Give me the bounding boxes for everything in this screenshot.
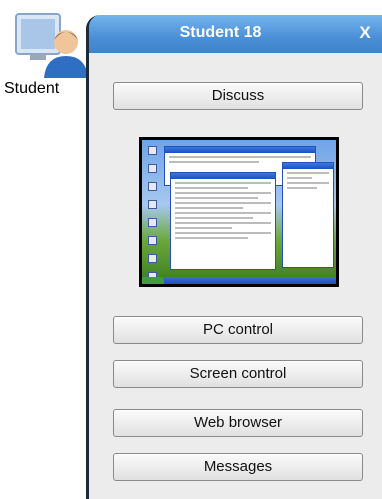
student-tile[interactable]: Student bbox=[0, 0, 100, 499]
thumbnail-window-right bbox=[282, 162, 334, 268]
thumbnail-window-front bbox=[170, 172, 276, 270]
discuss-button[interactable]: Discuss bbox=[113, 82, 363, 110]
panel-header: Student 18 X bbox=[89, 15, 382, 53]
screen-control-button[interactable]: Screen control bbox=[113, 360, 363, 388]
screen-thumbnail-image bbox=[142, 140, 336, 284]
pc-control-button[interactable]: PC control bbox=[113, 316, 363, 344]
student-computer-icon bbox=[15, 13, 88, 78]
messages-button[interactable]: Messages bbox=[113, 453, 363, 481]
close-icon[interactable]: X bbox=[356, 23, 374, 43]
web-browser-button[interactable]: Web browser bbox=[113, 409, 363, 437]
desktop-icons bbox=[146, 146, 160, 281]
student-panel: Student 18 X Discuss PC control Screen c… bbox=[86, 15, 382, 499]
student-label: Student bbox=[4, 80, 60, 97]
thumbnail-taskbar bbox=[142, 277, 336, 284]
panel-title: Student 18 bbox=[179, 24, 262, 41]
screen-thumbnail[interactable] bbox=[139, 137, 339, 287]
